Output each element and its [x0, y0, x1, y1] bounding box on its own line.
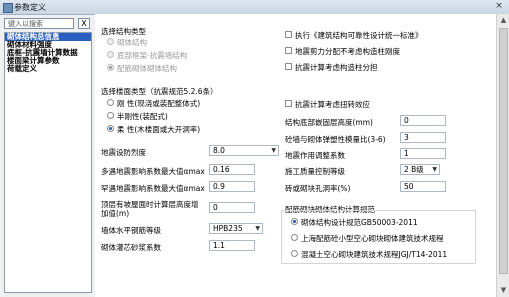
structure-type-title: 选择结构类型 [101, 27, 146, 36]
checkbox-torsion-label: 抗震计算考虑扭转效应 [295, 100, 370, 109]
steel-grade-select[interactable]: HPB235 ▼ [209, 223, 263, 234]
search-input[interactable]: 键入以搜索 [4, 18, 74, 29]
alpha-frequent-label: 多遇地震影响系数最大值αmax [101, 167, 205, 176]
grout-factor-label: 砌体灌芯砂浆系数 [101, 243, 161, 252]
roof-height-input[interactable]: 0 [209, 202, 255, 213]
chevron-down-icon: ▼ [271, 147, 276, 154]
roof-height-label: 顶层有坡屋面时计算层高度增加值(m) [101, 200, 199, 218]
clear-search-button[interactable]: X [78, 18, 90, 29]
radio-code-gb50003[interactable] [291, 218, 298, 225]
steel-grade-value: HPB235 [213, 224, 243, 233]
scroll-up-icon[interactable]: ▲ [497, 14, 509, 27]
alpha-frequent-input[interactable]: 0.16 [209, 164, 255, 175]
chevron-down-icon: ▼ [255, 225, 260, 232]
embed-depth-input[interactable]: 0 [400, 115, 446, 126]
radio-reinforced-masonry[interactable] [107, 64, 114, 71]
checkbox-torsion[interactable] [285, 100, 292, 107]
radio-floor-semi-rigid[interactable] [107, 112, 114, 119]
embed-depth-label: 结构底部嵌固层高度(mm) [285, 118, 373, 127]
floor-type-title: 选择楼面类型（抗震规范5.2.6条） [101, 87, 218, 96]
seismic-factor-label: 地震作用调整系数 [285, 151, 345, 160]
intensity-value: 8.0 [213, 146, 225, 155]
axial-ratio-input[interactable]: 3 [400, 132, 446, 143]
radio-bottom-frame[interactable] [107, 51, 114, 58]
seismic-factor-input[interactable]: 1 [400, 148, 446, 159]
vertical-scrollbar[interactable]: ▲ ▼ [496, 14, 509, 297]
grout-factor-input[interactable]: 1.1 [209, 240, 255, 251]
radio-code-shanghai-label: 上海配筋砼小型空心砌块砌体建筑技术规程 [301, 234, 444, 243]
radio-floor-flexible-label: 柔 性(木楼面或大开洞率) [117, 125, 201, 134]
radio-floor-semi-rigid-label: 半刚性(装配式) [117, 112, 168, 121]
intensity-label: 地震设防烈度 [101, 148, 146, 157]
checkbox-shear-distribution-label: 地震剪力分配不考虑构造柱刚度 [295, 47, 400, 56]
quality-grade-label: 施工质量控制等级 [285, 167, 345, 176]
radio-reinforced-masonry-label: 配筋砌体砌体结构 [117, 64, 177, 73]
app-icon [3, 3, 13, 13]
window-title: 参数定义 [14, 3, 46, 12]
radio-floor-flexible[interactable] [107, 125, 114, 132]
axial-ratio-label: 砼墙与砌体弹塑性模量比(3-6) [285, 135, 386, 144]
checkbox-column-share-label: 抗震计算考虑构造柱分担 [295, 63, 378, 72]
hole-ratio-label: 砖或砌块孔洞率(%) [285, 184, 351, 193]
radio-floor-rigid[interactable] [107, 99, 114, 106]
title-bar: 参数定义 × [0, 0, 509, 15]
chevron-down-icon: ▼ [432, 166, 437, 173]
radio-bottom-frame-label: 底部框架-抗震墙结构 [117, 51, 188, 60]
checkbox-reliability-standard[interactable] [285, 31, 292, 38]
quality-grade-select[interactable]: 2 B级 ▼ [400, 164, 440, 175]
radio-code-gb50003-label: 砌体结构设计规范GB50003-2011 [301, 218, 418, 227]
radio-code-jgj14[interactable] [291, 250, 298, 257]
checkbox-shear-distribution[interactable] [285, 47, 292, 54]
sidebar: 键入以搜索 X 砌体结构总信息 砌体材料强度 底框-抗震墙计算数据 楼面梁计算参… [4, 18, 92, 293]
radio-code-jgj14-label: 混凝土空心砌块建筑技术规程JGJ/T14-2011 [301, 250, 448, 259]
dialog-window: 参数定义 × 键入以搜索 X 砌体结构总信息 砌体材料强度 底框-抗震墙计算数据… [0, 0, 509, 297]
intensity-select[interactable]: 8.0 ▼ [209, 145, 279, 156]
scroll-down-icon[interactable]: ▼ [497, 284, 509, 297]
close-icon[interactable]: × [493, 1, 505, 12]
checkbox-reliability-standard-label: 执行《建筑结构可靠性设计统一标准》 [295, 31, 423, 40]
radio-code-shanghai[interactable] [291, 234, 298, 241]
radio-masonry-label: 砌体结构 [117, 38, 147, 47]
scroll-thumb[interactable] [499, 28, 508, 274]
quality-grade-value: 2 B级 [404, 165, 424, 174]
radio-masonry[interactable] [107, 38, 114, 45]
hole-ratio-input[interactable]: 50 [400, 181, 446, 192]
alpha-rare-input[interactable]: 0.9 [209, 181, 255, 192]
settings-panel: 选择结构类型 砌体结构 底部框架-抗震墙结构 配筋砌体砌体结构 选择楼面类型（抗… [95, 14, 509, 297]
alpha-rare-label: 罕遇地震影响系数最大值αmax [101, 184, 205, 193]
checkbox-column-share[interactable] [285, 63, 292, 70]
nav-tree: 砌体结构总信息 砌体材料强度 底框-抗震墙计算数据 楼面梁计算参数 荷载定义 [4, 32, 92, 293]
nav-item-load-definition[interactable]: 荷载定义 [5, 65, 91, 73]
radio-floor-rigid-label: 刚 性(现浇或装配整体式) [117, 99, 201, 108]
steel-grade-label: 墙体水平钢筋等级 [101, 226, 161, 235]
